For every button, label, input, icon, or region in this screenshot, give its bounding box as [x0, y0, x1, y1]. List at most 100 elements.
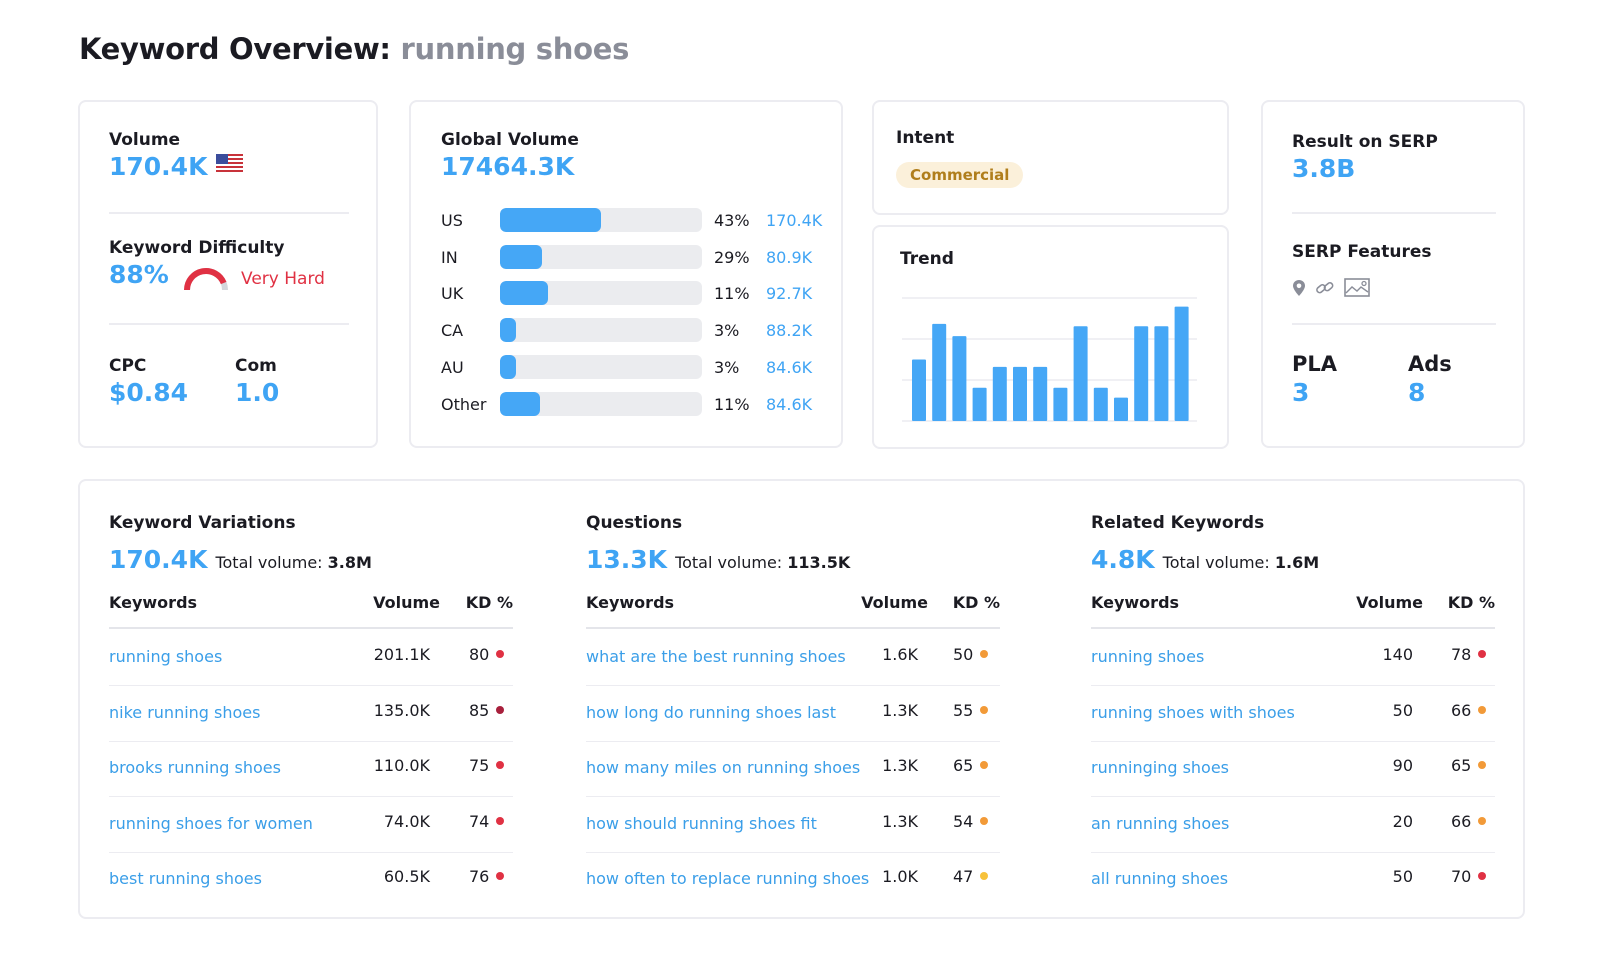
table-row: how should running shoes fit 1.3K 54 — [586, 797, 1000, 853]
kd-value: 47 — [953, 867, 974, 886]
volume-share-bar — [500, 245, 702, 269]
pla-label: PLA — [1292, 352, 1338, 376]
trend-bar[interactable] — [972, 387, 987, 421]
keyword-link[interactable]: running shoes with shoes — [1091, 703, 1295, 722]
keyword-link[interactable]: how should running shoes fit — [586, 814, 817, 833]
trend-bar[interactable] — [1053, 387, 1068, 421]
country-label: Other — [441, 394, 487, 414]
total-volume: Total volume: 3.8M — [215, 553, 371, 572]
panel-summary: 170.4K Total volume: 3.8M — [109, 545, 372, 574]
keyword-link[interactable]: how often to replace running shoes — [586, 869, 869, 888]
trend-bar[interactable] — [1073, 326, 1088, 421]
country-volume[interactable]: 84.6K — [766, 395, 812, 414]
country-volume[interactable]: 88.2K — [766, 321, 812, 340]
keyword-volume: 1.3K — [882, 811, 918, 831]
page-title-keyword: running shoes — [400, 32, 630, 66]
table-row: brooks running shoes 110.0K 75 — [109, 741, 513, 797]
trend-bar[interactable] — [1134, 326, 1149, 421]
kd-indicator-dot — [980, 705, 989, 714]
trend-bar[interactable] — [912, 359, 926, 422]
keyword-volume: 201.1K — [373, 645, 430, 664]
volume-share-fill — [500, 392, 541, 416]
total-volume-label: Total volume: — [1162, 553, 1270, 572]
divider — [1292, 323, 1496, 325]
table-row: running shoes 140 78 — [1091, 630, 1495, 686]
trend-bar[interactable] — [952, 336, 967, 421]
global-volume-label: Global Volume — [441, 130, 579, 150]
table-row: what are the best running shoes 1.6K 50 — [586, 630, 1000, 686]
volume-share-bar — [500, 392, 702, 416]
com-value: 1.0 — [235, 378, 280, 407]
kd-indicator-dot — [1478, 705, 1487, 714]
keyword-volume: 1.6K — [882, 645, 918, 664]
keyword-link[interactable]: brooks running shoes — [109, 758, 281, 777]
keyword-difficulty: 65 — [1451, 756, 1487, 775]
trend-bar[interactable] — [992, 366, 1007, 421]
kd-value: 65 — [953, 756, 974, 775]
keyword-difficulty-value: 88% — [109, 260, 169, 289]
keyword-link[interactable]: an running shoes — [1091, 814, 1229, 833]
trend-bar[interactable] — [1154, 326, 1169, 421]
keyword-count[interactable]: 4.8K — [1091, 545, 1155, 574]
panel-summary: 4.8K Total volume: 1.6M — [1091, 545, 1319, 574]
keyword-link[interactable]: what are the best running shoes — [586, 647, 846, 666]
trend-bar[interactable] — [1033, 366, 1048, 421]
trend-bar[interactable] — [1013, 366, 1027, 421]
volume-share-fill — [500, 245, 543, 269]
keyword-volume: 110.0K — [373, 756, 430, 775]
ads-label: Ads — [1408, 352, 1452, 376]
country-volume[interactable]: 84.6K — [766, 358, 812, 377]
keyword-difficulty: 74 — [469, 812, 505, 831]
column-header-kd: KD % — [465, 593, 513, 612]
volume-share-fill — [500, 208, 601, 232]
keyword-link[interactable]: nike running shoes — [109, 703, 260, 722]
link-icon[interactable] — [1315, 279, 1335, 297]
keyword-link[interactable]: best running shoes — [109, 869, 262, 888]
keyword-count[interactable]: 170.4K — [109, 545, 207, 574]
keyword-link[interactable]: how many miles on running shoes — [586, 758, 860, 777]
kd-value: 66 — [1451, 700, 1472, 720]
keyword-count[interactable]: 13.3K — [586, 545, 667, 574]
keyword-volume: 1.3K — [882, 700, 918, 720]
global-volume-row: UK 11% 92.7K — [441, 281, 831, 305]
panel-title: Keyword Variations — [109, 513, 296, 533]
trend-bar[interactable] — [1114, 397, 1128, 421]
kd-indicator-dot — [1478, 650, 1487, 658]
kd-indicator-dot — [980, 872, 989, 880]
total-volume-label: Total volume: — [215, 553, 323, 572]
image-icon[interactable] — [1344, 278, 1370, 297]
kd-indicator-dot — [496, 705, 505, 714]
keyword-difficulty-label: Keyword Difficulty — [109, 238, 285, 258]
trend-bar[interactable] — [1174, 306, 1189, 421]
total-volume: Total volume: 1.6M — [1163, 553, 1319, 572]
kd-value: 50 — [953, 645, 974, 664]
trend-bar[interactable] — [932, 323, 947, 421]
cpc-value: $0.84 — [109, 378, 189, 407]
table-header: Keywords Volume KD % — [1091, 593, 1495, 629]
keyword-link[interactable]: runninging shoes — [1091, 758, 1229, 777]
country-volume[interactable]: 170.4K — [766, 211, 822, 230]
keyword-link[interactable]: running shoes for women — [109, 814, 313, 833]
volume-share-fill — [500, 318, 517, 342]
trend-label: Trend — [900, 249, 954, 269]
keyword-link[interactable]: how long do running shoes last — [586, 703, 836, 722]
keyword-volume: 60.5K — [383, 867, 430, 886]
table-row: how long do running shoes last 1.3K 55 — [586, 686, 1000, 742]
column-header-keywords: Keywords — [109, 593, 198, 612]
column-header-volume: Volume — [861, 593, 928, 612]
table-row: running shoes with shoes 50 66 — [1091, 686, 1495, 742]
keyword-volume: 50 — [1392, 867, 1413, 886]
keyword-link[interactable]: running shoes — [1091, 647, 1204, 666]
map-pin-icon[interactable] — [1292, 279, 1306, 297]
country-volume[interactable]: 80.9K — [766, 248, 812, 267]
difficulty-rating: Very Hard — [241, 268, 325, 289]
keyword-link[interactable]: all running shoes — [1091, 869, 1228, 888]
column-header-kd: KD % — [952, 593, 1000, 612]
country-label: CA — [441, 320, 464, 340]
trend-chart — [902, 297, 1197, 422]
trend-bar[interactable] — [1093, 387, 1108, 421]
keyword-link[interactable]: running shoes — [109, 647, 222, 666]
country-volume[interactable]: 92.7K — [766, 284, 812, 303]
volume-share-fill — [500, 281, 549, 305]
kd-value: 85 — [469, 700, 490, 720]
